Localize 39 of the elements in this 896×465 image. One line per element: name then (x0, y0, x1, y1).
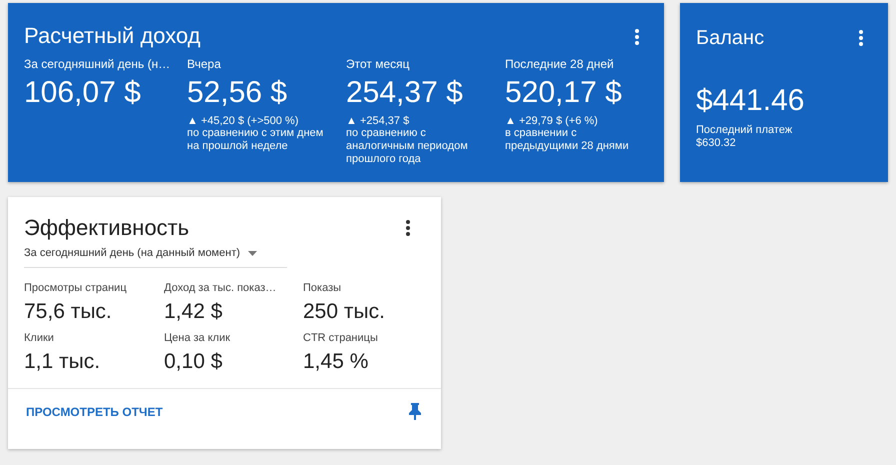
more-menu-icon[interactable] (634, 28, 640, 46)
stat-value: 106,07 $ (24, 76, 142, 110)
stat-label: За сегодняшний день (н… (24, 57, 172, 71)
metric-label: Просмотры страниц (24, 282, 128, 294)
metric-value: 0,10 $ (164, 350, 224, 374)
more-menu-icon[interactable] (858, 29, 864, 47)
card-title: Баланс (696, 27, 764, 50)
stat-value: 52,56 $ (187, 76, 288, 110)
metric-value: 75,6 тыс. (24, 300, 113, 324)
pin-icon[interactable] (409, 403, 421, 420)
metric-value: 1,1 тыс. (24, 350, 102, 374)
more-menu-icon[interactable] (405, 219, 411, 237)
stat-label: Вчера (187, 57, 222, 71)
stat-change: ▲ +29,79 $ (+6 %) (505, 115, 599, 127)
stat-label: Этот месяц (346, 57, 411, 71)
stat-value: 520,17 $ (505, 76, 623, 110)
metric-value: 1,45 % (303, 350, 370, 374)
metric-value: 1,42 $ (164, 300, 224, 324)
last-payment-amount: $630.32 (696, 137, 737, 150)
caret-icon (248, 250, 258, 256)
comparison-text: по сравнению с аналогичным периодом прошлого года (346, 127, 469, 166)
metric-label: Доход за тыс. показ… (164, 282, 278, 294)
metric-label: Клики (24, 332, 55, 344)
last-payment-label: Последний платеж (696, 124, 794, 137)
comparison-text: по сравнению с этим днем на прошлой неделе (187, 127, 324, 153)
comparison-text: в сравнении с предыдущими 28 днями (505, 127, 630, 153)
view-report-link[interactable]: ПРОСМОТРЕТЬ ОТЧЕТ (26, 404, 163, 418)
stat-value: 254,37 $ (346, 76, 464, 110)
card-title: Расчетный доход (24, 23, 201, 49)
stat-label: Последние 28 дней (505, 57, 615, 71)
metric-value: 250 тыс. (303, 300, 386, 324)
metric-label: Показы (303, 282, 342, 294)
stat-change: ▲ +45,20 $ (+>500 %) (187, 115, 300, 127)
stat-change: ▲ +254,37 $ (346, 115, 410, 127)
card-title: Эффективность (24, 215, 190, 241)
metric-label: Цена за клик (164, 332, 232, 344)
metric-label: CTR страницы (303, 332, 379, 344)
balance-value: $441.46 (696, 84, 806, 118)
period-dropdown[interactable]: За сегодняшний день (на данный момент) (24, 243, 287, 268)
